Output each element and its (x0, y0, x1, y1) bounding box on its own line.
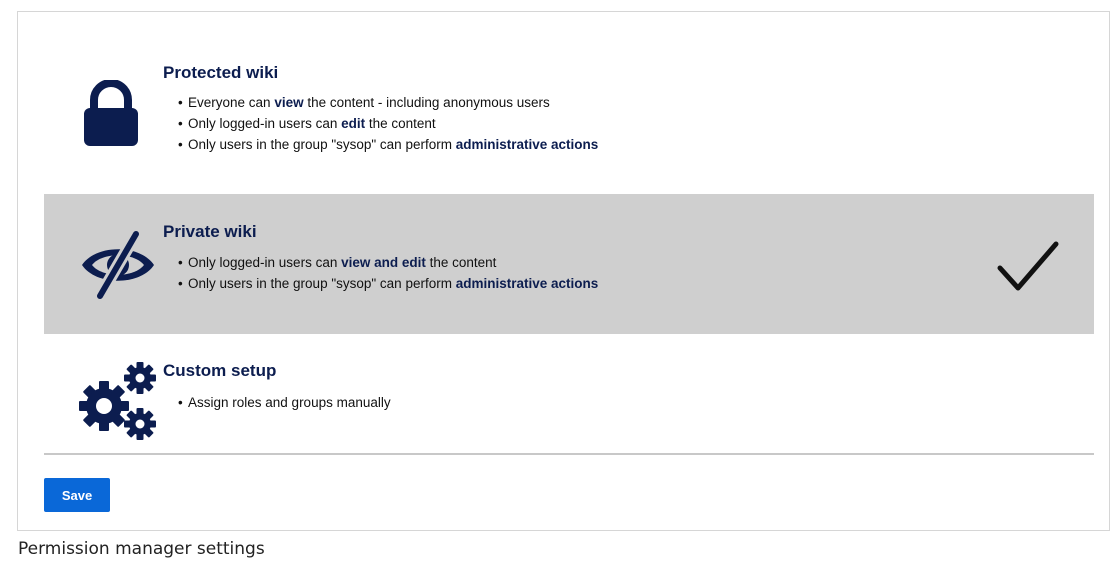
eye-slash-icon (78, 230, 158, 300)
list-item: Assign roles and groups manually (178, 392, 391, 413)
selected-check-icon (996, 238, 1060, 296)
list-item: Only users in the group "sysop" can perf… (178, 134, 598, 155)
option-bullet-list: Assign roles and groups manually (176, 392, 391, 413)
option-title: Protected wiki (163, 63, 279, 82)
save-button[interactable]: Save (44, 478, 110, 512)
list-item: Only logged-in users can view and edit t… (178, 252, 598, 273)
option-title: Custom setup (163, 361, 277, 380)
permission-manager-panel: Protected wiki Everyone can view the con… (17, 11, 1110, 531)
option-protected-wiki[interactable]: Protected wiki Everyone can view the con… (44, 52, 1094, 192)
option-title: Private wiki (163, 222, 257, 241)
list-item: Only logged-in users can edit the conten… (178, 113, 598, 134)
figure-caption: Permission manager settings (18, 539, 265, 559)
list-item: Only users in the group "sysop" can perf… (178, 273, 598, 294)
option-custom-setup[interactable]: Custom setup Assign roles and groups man… (44, 336, 1094, 452)
option-private-wiki[interactable]: Private wiki Only logged-in users can vi… (44, 194, 1094, 334)
gears-icon (76, 358, 162, 444)
list-item: Everyone can view the content - includin… (178, 92, 598, 113)
option-bullet-list: Only logged-in users can view and edit t… (176, 252, 598, 294)
divider (44, 453, 1094, 455)
option-bullet-list: Everyone can view the content - includin… (176, 92, 598, 155)
lock-icon (80, 80, 142, 146)
